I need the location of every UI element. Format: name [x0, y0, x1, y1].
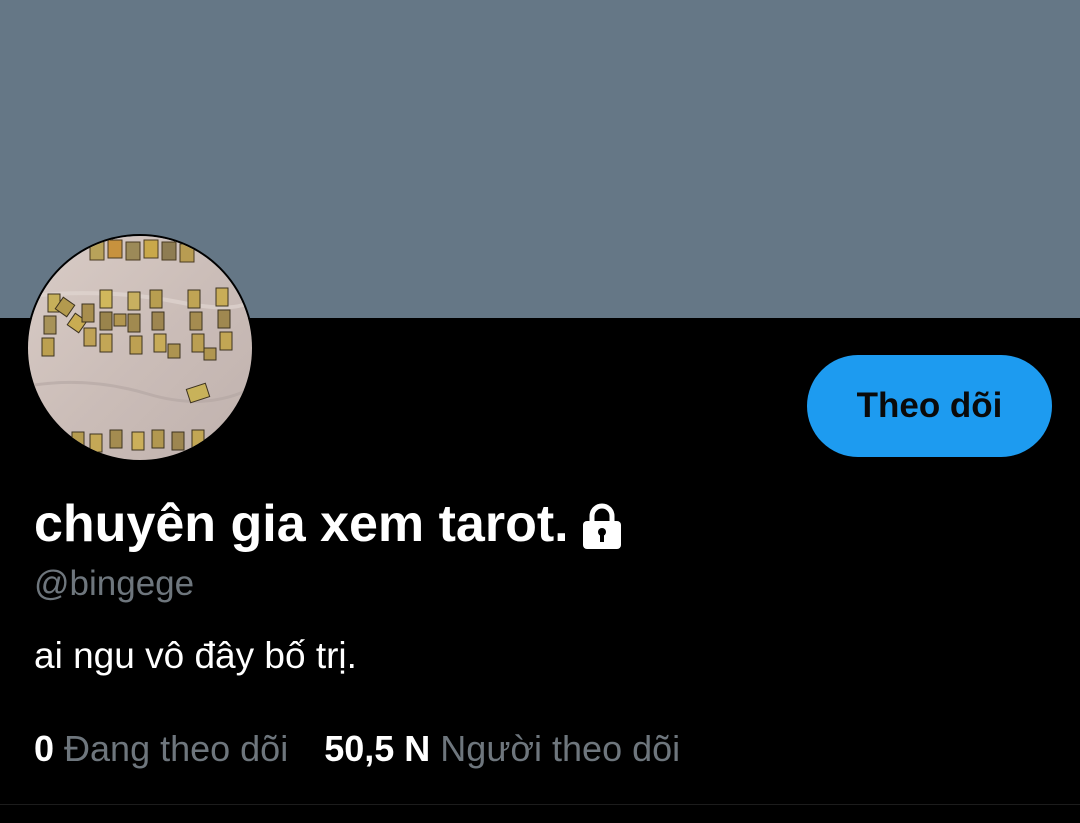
display-name-row: chuyên gia xem tarot. [34, 492, 625, 556]
display-name: chuyên gia xem tarot. [34, 495, 569, 553]
divider [0, 804, 1080, 805]
followers-stat[interactable]: 50,5 N Người theo dõi [324, 725, 680, 773]
followers-label: Người theo dõi [440, 728, 681, 769]
profile-bio: ai ngu vô đây bố trị. [34, 635, 357, 676]
profile-handle: @bingege [34, 564, 195, 603]
avatar[interactable] [26, 234, 254, 462]
profile-stats: 0 Đang theo dõi 50,5 N Người theo dõi [34, 725, 680, 773]
following-stat[interactable]: 0 Đang theo dõi [34, 725, 288, 773]
avatar-image [28, 236, 252, 460]
followers-count: 50,5 N [324, 728, 431, 769]
following-count: 0 [34, 728, 55, 769]
profile-page: Theo dõi chuyên gia xem tarot. @bingege … [0, 0, 1080, 823]
follow-button[interactable]: Theo dõi [807, 355, 1052, 457]
lock-icon [579, 501, 625, 551]
following-label: Đang theo dõi [64, 728, 289, 769]
